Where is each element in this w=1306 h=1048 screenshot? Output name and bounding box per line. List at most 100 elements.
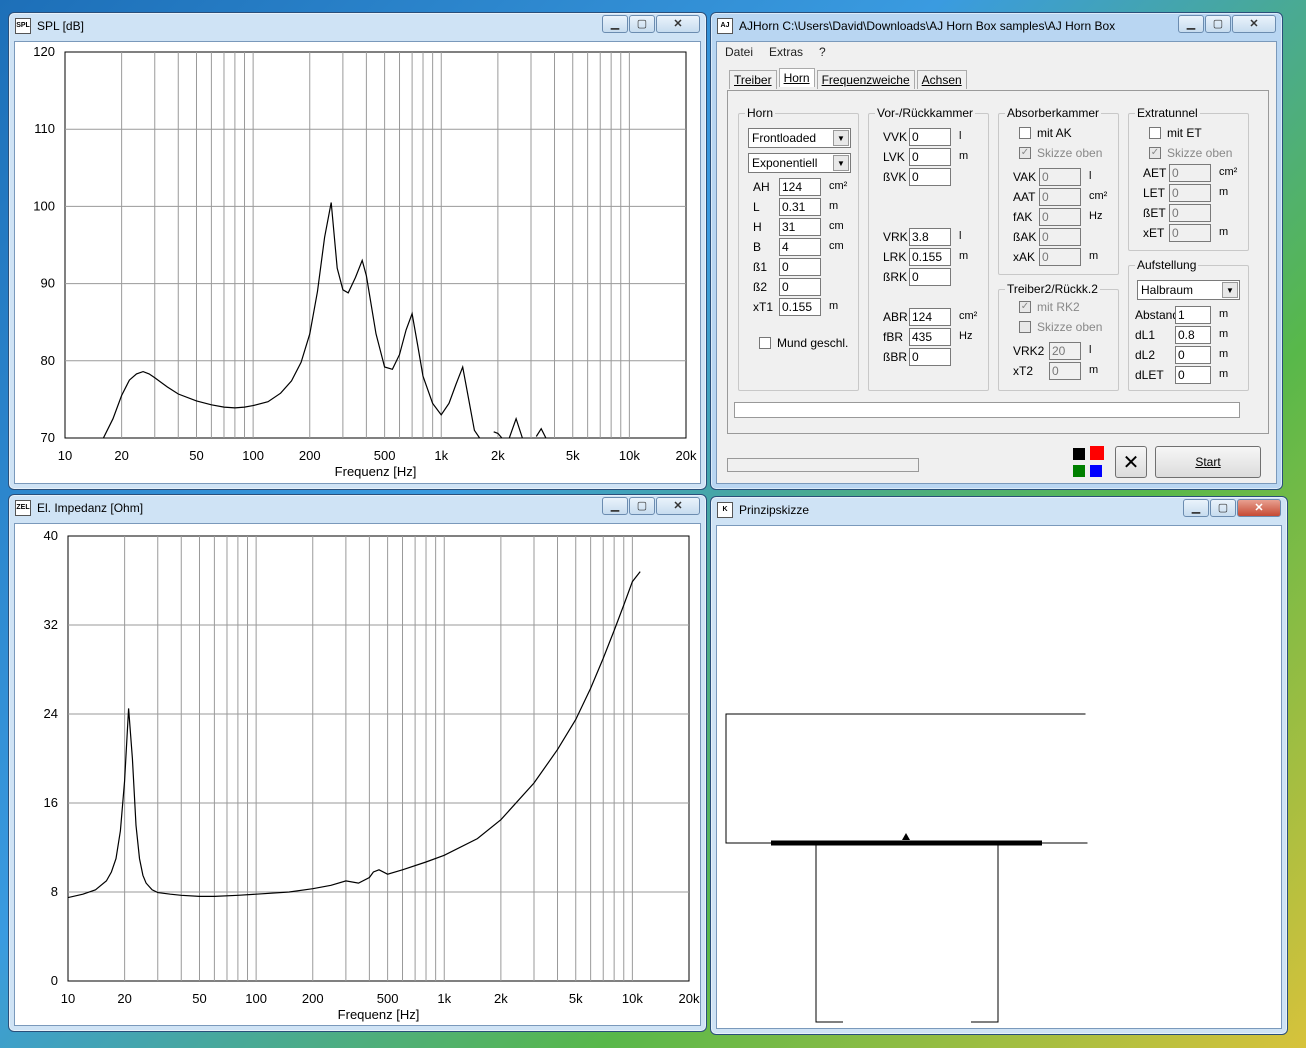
field-unit: m: [1219, 368, 1229, 380]
field-input[interactable]: 0.8: [1175, 326, 1211, 344]
sketch-canvas: [716, 525, 1282, 1029]
y-tick-label: 80: [41, 353, 55, 368]
chevron-down-icon[interactable]: ▼: [833, 155, 849, 171]
field-input[interactable]: 0: [1039, 188, 1081, 206]
x-tick-label: 10k: [619, 448, 640, 463]
minimize-icon[interactable]: ▁: [602, 497, 628, 515]
tab-frequenzweiche[interactable]: Frequenzweiche: [816, 70, 915, 89]
field-input[interactable]: 1: [1175, 306, 1211, 324]
field-input[interactable]: 0: [1039, 228, 1081, 246]
maximize-icon[interactable]: ▢: [629, 497, 655, 515]
minimize-icon[interactable]: ▁: [602, 15, 628, 33]
field-input[interactable]: 0: [1169, 184, 1211, 202]
spl-titlebar[interactable]: SPL SPL [dB] ▁ ▢ ✕: [9, 13, 706, 39]
close-icon[interactable]: ✕: [656, 497, 700, 515]
color-blue-swatch[interactable]: [1090, 465, 1102, 477]
maximize-icon[interactable]: ▢: [1205, 15, 1231, 33]
maximize-icon[interactable]: ▢: [629, 15, 655, 33]
field-input[interactable]: 0: [1039, 168, 1081, 186]
field-input[interactable]: 0.31: [779, 198, 821, 216]
field-input[interactable]: 4: [779, 238, 821, 256]
horn-profile-select[interactable]: Exponentiell ▼: [748, 153, 851, 173]
main-titlebar[interactable]: AJ AJHorn C:\Users\David\Downloads\AJ Ho…: [711, 13, 1282, 39]
color-red-swatch[interactable]: [1090, 446, 1104, 460]
field-input[interactable]: 0: [909, 168, 951, 186]
checkbox-checked[interactable]: ✓: [1149, 147, 1161, 159]
field-label: VRK: [883, 230, 908, 244]
cancel-button[interactable]: ✕: [1115, 446, 1147, 478]
checkbox-box[interactable]: [1019, 127, 1031, 139]
checkbox-checked[interactable]: ✓: [1019, 301, 1031, 313]
checkbox-checked[interactable]: ✓: [1019, 147, 1031, 159]
tab-treiber[interactable]: Treiber: [729, 70, 777, 89]
field-unit: l: [1089, 170, 1092, 182]
horn-type-select[interactable]: Frontloaded ▼: [748, 128, 851, 148]
chevron-down-icon[interactable]: ▼: [1222, 282, 1238, 298]
field-input[interactable]: 0: [1039, 248, 1081, 266]
field-label: LET: [1143, 186, 1166, 200]
y-tick-label: 90: [41, 276, 55, 291]
close-icon[interactable]: ✕: [1232, 15, 1276, 33]
extratunnel-group: Extratunnel mit ET ✓ Skizze oben AET 0 cm²…: [1128, 106, 1249, 251]
mit-et-label: mit ET: [1167, 126, 1202, 140]
impedance-titlebar[interactable]: ZEL El. Impedanz [Ohm] ▁ ▢ ✕: [9, 495, 706, 521]
field-input[interactable]: 0.155: [909, 248, 951, 266]
mund-geschl-checkbox[interactable]: Mund geschl.: [759, 336, 848, 350]
field-input[interactable]: 0: [1175, 346, 1211, 364]
checkbox-box[interactable]: [1019, 321, 1031, 333]
sketch-titlebar[interactable]: K Prinzipskizze ▁ ▢ ✕: [711, 497, 1287, 523]
field-input[interactable]: 0: [909, 148, 951, 166]
field-input[interactable]: 0: [1039, 208, 1081, 226]
close-icon[interactable]: ✕: [656, 15, 700, 33]
treiber2-skizze-checkbox[interactable]: Skizze oben: [1019, 320, 1102, 334]
absorber-skizze-checkbox[interactable]: ✓ Skizze oben: [1019, 146, 1102, 160]
menu-datei[interactable]: Datei: [717, 45, 761, 59]
field-input[interactable]: 0: [909, 268, 951, 286]
tab-achsen[interactable]: Achsen: [916, 70, 967, 89]
field-label: dLET: [1135, 368, 1164, 382]
chevron-down-icon[interactable]: ▼: [833, 130, 849, 146]
menu-help[interactable]: ?: [811, 45, 834, 59]
field-input[interactable]: 435: [909, 328, 951, 346]
color-black-swatch[interactable]: [1073, 448, 1085, 460]
start-button[interactable]: Start: [1155, 446, 1261, 478]
field-unit: cm²: [959, 310, 978, 322]
close-icon[interactable]: ✕: [1237, 499, 1281, 517]
minimize-icon[interactable]: ▁: [1183, 499, 1209, 517]
horn-sketch-drawing: [725, 712, 1091, 1024]
y-tick-label: 8: [51, 884, 58, 899]
field-input[interactable]: 0: [779, 278, 821, 296]
mit-ak-checkbox[interactable]: mit AK: [1019, 126, 1072, 140]
field-input[interactable]: 0.155: [779, 298, 821, 316]
maximize-icon[interactable]: ▢: [1210, 499, 1236, 517]
mit-et-checkbox[interactable]: mit ET: [1149, 126, 1202, 140]
impedance-window: ZEL El. Impedanz [Ohm] ▁ ▢ ✕ 40 32 24 16 8 0 1…: [8, 494, 707, 1032]
field-unit: m: [1219, 348, 1229, 360]
field-input[interactable]: 20: [1049, 342, 1081, 360]
aufstellung-group: Aufstellung Halbraum ▼ Abstand 1 m dL1 0.8 m d…: [1128, 258, 1249, 391]
field-input[interactable]: 3.8: [909, 228, 951, 246]
mund-geschl-label: Mund geschl.: [777, 336, 849, 350]
aufstellung-select[interactable]: Halbraum ▼: [1137, 280, 1240, 300]
field-input[interactable]: 0: [1169, 224, 1211, 242]
field-input[interactable]: 0: [1175, 366, 1211, 384]
field-input[interactable]: 0: [909, 348, 951, 366]
field-input[interactable]: 0: [909, 128, 951, 146]
field-unit: l: [1089, 344, 1092, 356]
close-icon: ✕: [1122, 451, 1140, 474]
et-skizze-checkbox[interactable]: ✓ Skizze oben: [1149, 146, 1232, 160]
field-input[interactable]: 0: [779, 258, 821, 276]
color-green-swatch[interactable]: [1073, 465, 1085, 477]
field-input[interactable]: 0: [1169, 164, 1211, 182]
field-input[interactable]: 124: [909, 308, 951, 326]
field-input[interactable]: 31: [779, 218, 821, 236]
tab-horn[interactable]: Horn: [778, 68, 815, 87]
menu-extras[interactable]: Extras: [761, 45, 811, 59]
field-input[interactable]: 0: [1049, 362, 1081, 380]
mit-rk2-checkbox[interactable]: ✓ mit RK2: [1019, 300, 1080, 314]
field-input[interactable]: 124: [779, 178, 821, 196]
checkbox-box[interactable]: [759, 337, 771, 349]
minimize-icon[interactable]: ▁: [1178, 15, 1204, 33]
field-input[interactable]: 0: [1169, 204, 1211, 222]
checkbox-box[interactable]: [1149, 127, 1161, 139]
